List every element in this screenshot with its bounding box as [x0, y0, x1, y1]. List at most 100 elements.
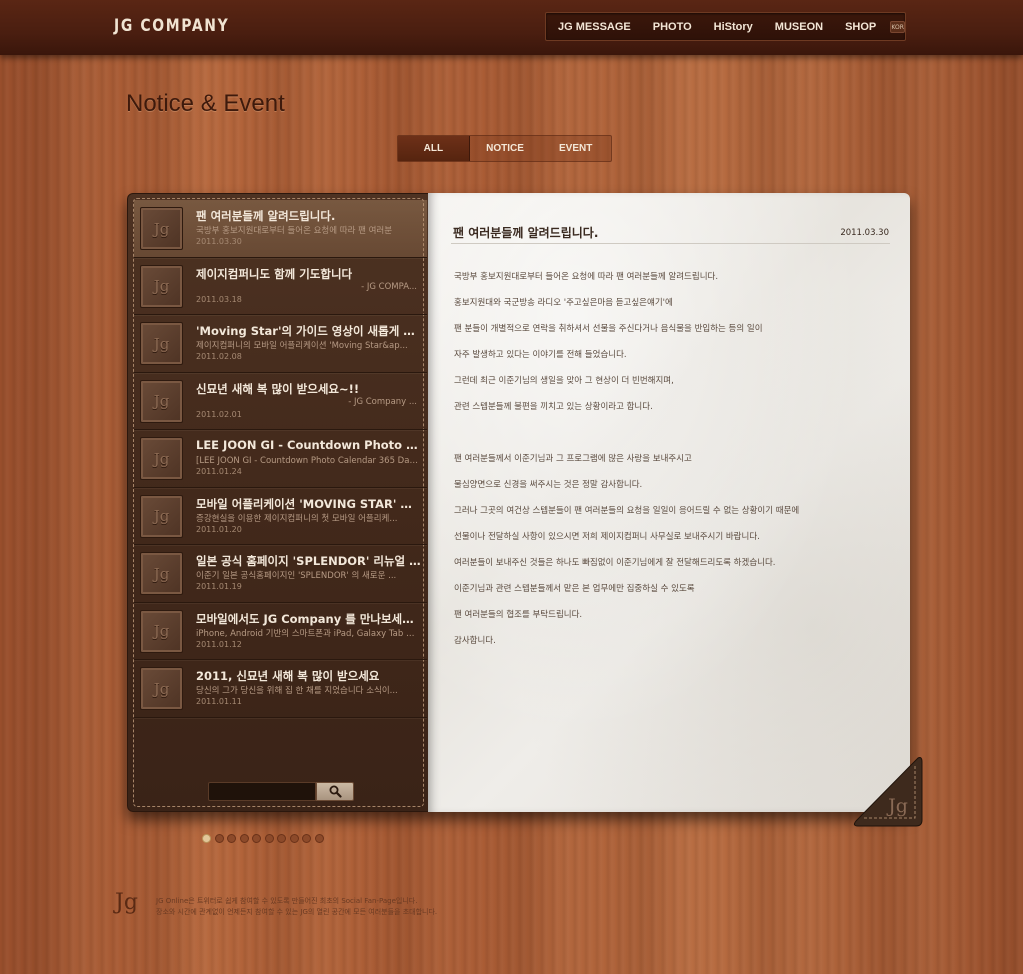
- pagination-dot[interactable]: [264, 834, 274, 843]
- notice-list-item[interactable]: Jg 모바일에서도 JG Company 를 만나보세요!! iPhone, And…: [134, 603, 427, 660]
- notice-thumbnail: Jg: [140, 667, 183, 710]
- post-title: 팬 여러분들께 알려드립니다.: [453, 226, 599, 240]
- thumbnail-logo: Jg: [153, 622, 170, 640]
- tab-notice[interactable]: NOTICE: [470, 136, 541, 161]
- nav-photo[interactable]: PHOTO: [653, 21, 692, 33]
- notice-list: Jg 팬 여러분들께 알려드립니다. 국방부 홍보지원대로부터 들어온 요청에 따라…: [134, 200, 427, 718]
- notice-list-item[interactable]: Jg 신묘년 새해 복 많이 받으세요~!! - JG Company ... 201…: [134, 373, 427, 430]
- post-date: 2011.03.30: [840, 228, 889, 238]
- notice-item-summary: 국방부 홍보지원대로부터 들어온 요청에 따라 팬 여러분: [196, 226, 393, 236]
- post-line: 그러나 그곳의 여건상 스텝분들이 팬 여러분들의 요청을 일일이 응어드릴 수…: [454, 506, 800, 516]
- notice-item-date: 2011.01.11: [196, 697, 242, 706]
- notice-item-summary: - JG Company ...: [348, 396, 417, 407]
- pagination-dot[interactable]: [227, 834, 236, 843]
- nav-history[interactable]: HiStory: [714, 21, 753, 33]
- search-input[interactable]: [208, 782, 316, 801]
- footer-description: JG Online은 트위터로 쉽게 참여할 수 있도록 만들어진 최초의 So…: [156, 896, 437, 918]
- notice-item-date: 2011.02.01: [196, 409, 242, 419]
- notice-list-item[interactable]: Jg 'Moving Star'의 가이드 영상이 새롭게 업데이... 제이지컴퍼…: [134, 315, 427, 373]
- footer-line-2: 장소와 시간에 관계없이 언제든지 참여할 수 있는 JG의 열린 공간에 모든…: [156, 908, 438, 916]
- thumbnail-logo: Jg: [153, 277, 170, 295]
- filter-tabs: ALL NOTICE EVENT: [397, 135, 612, 162]
- post-line: 팬 분들이 개별적으로 연락을 취하셔서 선물을 주신다거나 음식물을 반입하는…: [454, 324, 763, 334]
- corner-logo-tab[interactable]: Jg: [852, 754, 924, 829]
- notice-item-title: 모바일에서도 JG Company 를 만나보세요!!: [196, 611, 421, 626]
- notice-item-title: 'Moving Star'의 가이드 영상이 새롭게 업데이...: [196, 324, 421, 338]
- post-line: 감사합니다.: [454, 636, 496, 646]
- corner-logo-text: Jg: [886, 795, 908, 817]
- notice-list-item[interactable]: Jg 팬 여러분들께 알려드립니다. 국방부 홍보지원대로부터 들어온 요청에 따라…: [134, 200, 427, 258]
- pagination-dot[interactable]: [214, 834, 224, 843]
- post-divider: [451, 243, 890, 244]
- tab-event[interactable]: EVENT: [540, 136, 611, 161]
- pagination-dot[interactable]: [289, 834, 299, 843]
- post-line: 국방부 홍보지원대로부터 들어온 요청에 따라 팬 여러분들께 알려드립니다.: [454, 272, 719, 282]
- notice-item-summary: [LEE JOON GI - Countdown Photo Calendar …: [196, 456, 421, 466]
- post-spacer: [454, 423, 874, 449]
- notice-item-title: 신묘년 새해 복 많이 받으세요~!!: [196, 381, 360, 396]
- notice-item-title: 2011, 신묘년 새해 복 많이 받으세요: [196, 669, 380, 683]
- notice-item-date: 2011.01.19: [196, 582, 242, 591]
- thumbnail-logo: Jg: [153, 334, 170, 353]
- notice-item-date: 2011.02.08: [196, 352, 242, 361]
- notice-list-item[interactable]: Jg 2011, 신묘년 새해 복 많이 받으세요당신의 그가 당신을 위해 집 …: [134, 660, 427, 718]
- nav-jg-message[interactable]: JG MESSAGE: [558, 21, 631, 33]
- notice-item-summary: 증강현실을 이용한 제이지컴퍼니의 첫 모바일 어플리케...: [196, 513, 398, 524]
- post-line: 이준기님과 관련 스텝분들께서 맡은 본 업무에만 집중하실 수 있도록: [454, 584, 695, 594]
- notice-thumbnail: Jg: [140, 609, 183, 653]
- notice-list-item[interactable]: Jg 제이지컴퍼니도 함께 기도합니다 - JG COMPA... 2011.03.1…: [134, 258, 427, 315]
- notice-thumbnail: Jg: [140, 552, 183, 595]
- notice-thumbnail: Jg: [140, 494, 183, 538]
- thumbnail-logo: Jg: [153, 392, 170, 410]
- pagination-dot[interactable]: [202, 834, 211, 843]
- page-title: Notice & Event: [126, 90, 285, 117]
- post-line: 팬 여러분들의 협조를 부탁드립니다.: [454, 610, 583, 620]
- pagination-dot[interactable]: [314, 834, 324, 843]
- language-button[interactable]: KOR: [890, 20, 905, 33]
- notice-item-summary: 당신의 그가 당신을 위해 집 한 채를 지었습니다 소식이...: [196, 686, 398, 696]
- notice-item-title: 팬 여러분들께 알려드립니다.: [196, 209, 336, 223]
- post-line: 홍보지원대와 국군방송 라디오 '주고싶은마음 듣고싶은얘기'에: [454, 298, 673, 308]
- notice-item-title: 제이지컴퍼니도 함께 기도합니다: [196, 266, 353, 281]
- top-bar: JG COMPANY JG MESSAGE PHOTO HiStory MUSE…: [0, 0, 1023, 55]
- search-button[interactable]: [316, 782, 354, 801]
- post-line: 물심양면으로 신경을 써주시는 것은 정말 감사합니다.: [454, 480, 643, 490]
- site-logo[interactable]: JG COMPANY: [114, 16, 229, 36]
- notice-list-item[interactable]: Jg 일본 공식 홈페이지 'SPLENDOR' 리뉴얼 오픈!... 이준기 일본…: [134, 545, 427, 603]
- nav-shop[interactable]: SHOP: [845, 21, 876, 33]
- post-line: 관련 스텝분들께 불편을 끼치고 있는 상황이라고 합니다.: [454, 402, 653, 412]
- footer-logo: Jg: [115, 890, 138, 915]
- post-line: 그런데 최근 이준기님의 생일을 맞아 그 현상이 더 빈번해지며,: [454, 376, 674, 386]
- notice-book: Jg 팬 여러분들께 알려드립니다. 국방부 홍보지원대로부터 들어온 요청에 따라…: [127, 193, 923, 827]
- pagination-dot[interactable]: [252, 834, 261, 843]
- pagination-dot[interactable]: [302, 834, 311, 843]
- pagination-dot[interactable]: [277, 834, 286, 843]
- notice-item-title: 모바일 어플리케이션 'MOVING STAR' 오픈: [196, 496, 421, 511]
- nav-museon[interactable]: MUSEON: [775, 21, 823, 33]
- notice-thumbnail: Jg: [140, 437, 183, 480]
- search-box: [208, 782, 355, 803]
- tab-all[interactable]: ALL: [398, 136, 470, 161]
- thumbnail-logo: Jg: [153, 449, 170, 468]
- post-line: 여러분들이 보내주신 것들은 하나도 빠짐없이 이준기님에게 잘 전달해드리도록…: [454, 558, 776, 568]
- notice-item-date: 2011.03.30: [196, 237, 242, 246]
- notice-list-item[interactable]: Jg 모바일 어플리케이션 'MOVING STAR' 오픈증강현실을 이용한 제…: [134, 488, 427, 545]
- notice-item-date: 2011.01.20: [196, 524, 242, 534]
- pagination-dot[interactable]: [239, 834, 249, 843]
- post-line: 팬 여러분들께서 이준기님과 그 프로그램에 많은 사랑을 보내주시고: [454, 454, 692, 464]
- post-body: 국방부 홍보지원대로부터 들어온 요청에 따라 팬 여러분들께 알려드립니다. 홍…: [454, 267, 874, 657]
- notice-list-panel: Jg 팬 여러분들께 알려드립니다. 국방부 홍보지원대로부터 들어온 요청에 따라…: [127, 193, 429, 812]
- notice-item-summary: - JG COMPA...: [361, 281, 417, 292]
- thumbnail-logo: Jg: [153, 564, 170, 583]
- notice-thumbnail: Jg: [140, 264, 183, 308]
- notice-item-summary: 이준기 일본 공식홈페이지인 'SPLENDOR' 의 새로운 ...: [196, 571, 397, 581]
- notice-thumbnail: Jg: [140, 322, 183, 365]
- thumbnail-logo: Jg: [153, 679, 170, 698]
- post-line: 선물이나 전달하실 사항이 있으시면 저희 제이지컴퍼니 사무실로 보내주시기 …: [454, 532, 760, 542]
- notice-detail-panel: 팬 여러분들께 알려드립니다. 2011.03.30 국방부 홍보지원대로부터 …: [428, 193, 910, 812]
- thumbnail-logo: Jg: [153, 507, 170, 525]
- notice-item-title: LEE JOON GI - Countdown Photo Calenda...: [196, 438, 421, 452]
- main-nav: JG MESSAGE PHOTO HiStory MUSEON SHOP KOR: [545, 12, 906, 41]
- notice-item-summary: iPhone, Android 기반의 스마트폰과 iPad, Galaxy T…: [196, 628, 421, 639]
- notice-list-item[interactable]: Jg LEE JOON GI - Countdown Photo Calenda.…: [134, 430, 427, 488]
